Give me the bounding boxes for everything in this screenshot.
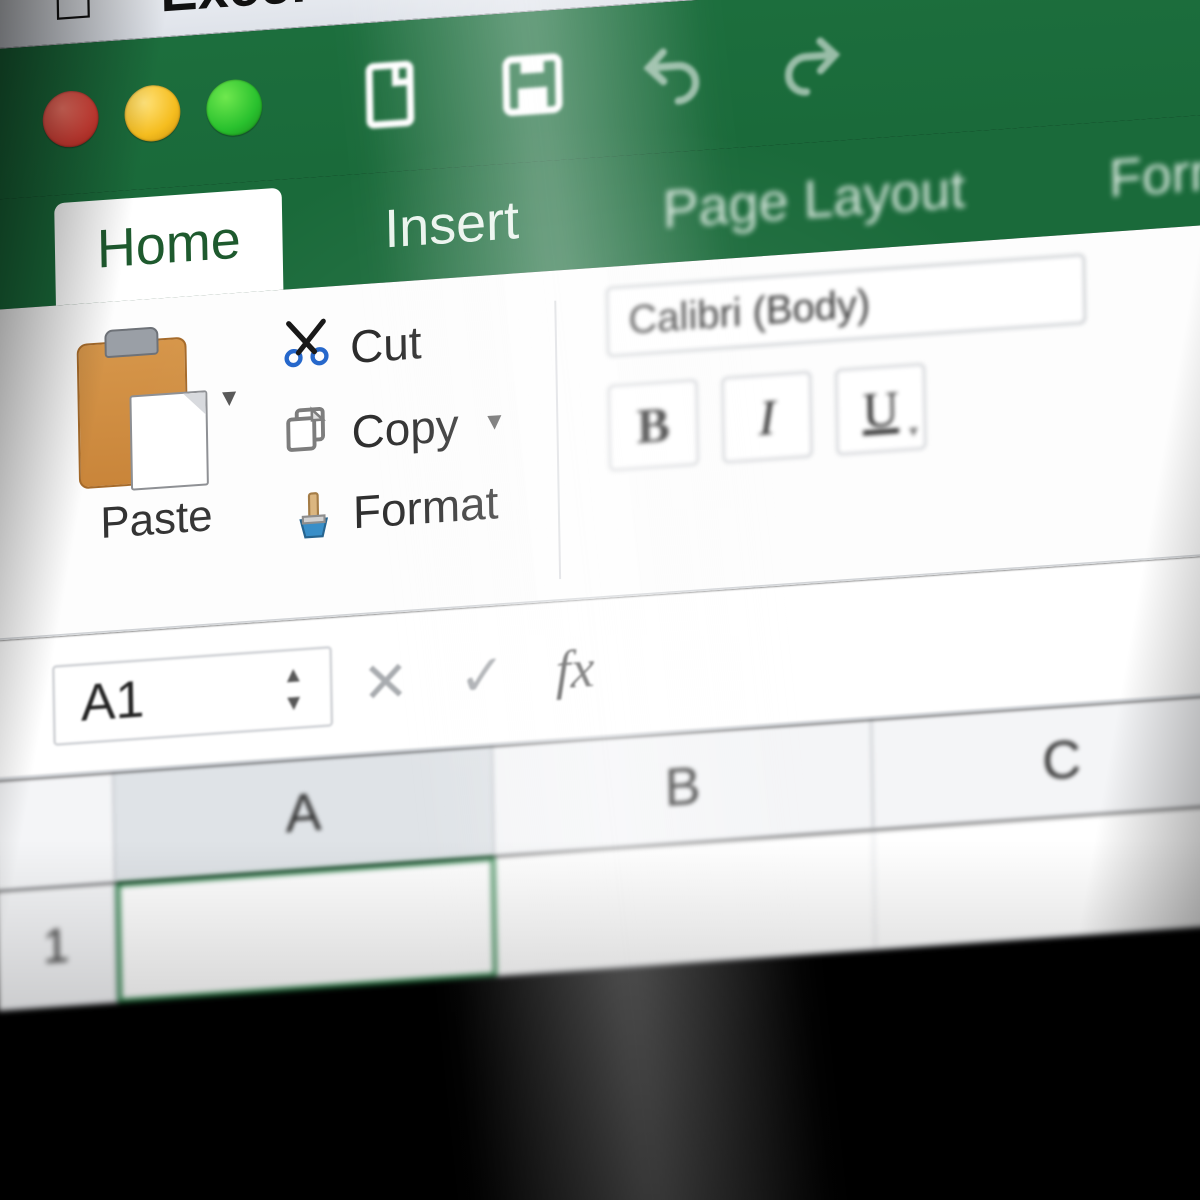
paste-icon[interactable] [66, 315, 209, 495]
italic-button[interactable]: I [721, 371, 812, 463]
cancel-formula-icon[interactable]: ✕ [362, 647, 410, 716]
name-box-value: A1 [80, 669, 145, 734]
ribbon-divider [554, 301, 561, 579]
paste-dropdown-icon[interactable]: ▼ [217, 384, 241, 414]
new-file-icon[interactable] [357, 57, 428, 137]
name-box-stepper[interactable]: ▲▼ [282, 663, 305, 715]
menubar-app-name[interactable]: Excel [160, 0, 307, 25]
scissors-icon [280, 316, 333, 383]
window-zoom-button[interactable] [206, 78, 263, 138]
paste-button[interactable]: Paste [100, 491, 213, 549]
row-header-1[interactable]: 1 [0, 883, 118, 1012]
redo-icon[interactable] [776, 27, 847, 107]
fx-icon[interactable]: fx [555, 636, 595, 701]
underline-button[interactable]: U▾ [835, 363, 926, 455]
font-family-value: Calibri (Body) [628, 281, 870, 343]
format-painter-button[interactable]: Format [283, 474, 509, 544]
undo-icon[interactable] [637, 37, 708, 117]
window-minimize-button[interactable] [124, 83, 181, 143]
apple-logo-icon[interactable]:  [50, 0, 96, 34]
copy-button[interactable]: Copy ▼ [281, 389, 507, 468]
select-all-corner[interactable] [0, 773, 116, 890]
menu-file[interactable]: File [361, 0, 452, 10]
copy-dropdown-icon[interactable]: ▼ [482, 407, 506, 437]
cut-button[interactable]: Cut [280, 304, 506, 383]
format-label: Format [352, 475, 498, 539]
tab-home[interactable]: Home [54, 188, 283, 306]
cell-b1[interactable] [495, 830, 876, 977]
copy-icon [281, 401, 334, 468]
clipboard-actions: Cut Copy ▼ Format [280, 294, 510, 608]
tab-formulas[interactable]: Formulas [1066, 111, 1200, 235]
bold-button[interactable]: B [608, 379, 699, 471]
clipboard-group: ▼ Paste [66, 313, 245, 623]
traffic-lights [42, 78, 262, 149]
paintbrush-icon [283, 488, 336, 544]
copy-label: Copy [351, 397, 459, 459]
cut-label: Cut [350, 315, 422, 374]
quick-access-toolbar [357, 27, 847, 136]
window-close-button[interactable] [42, 89, 99, 149]
tab-insert[interactable]: Insert [342, 168, 562, 285]
save-icon[interactable] [497, 47, 568, 127]
name-box[interactable]: A1 ▲▼ [52, 646, 333, 746]
accept-formula-icon[interactable]: ✓ [458, 641, 506, 710]
chevron-down-icon: ▾ [909, 421, 918, 443]
font-family-select[interactable]: Calibri (Body) [606, 254, 1086, 358]
cell-a1[interactable] [116, 856, 497, 1003]
font-group: Calibri (Body) B I U▾ [606, 254, 1090, 586]
